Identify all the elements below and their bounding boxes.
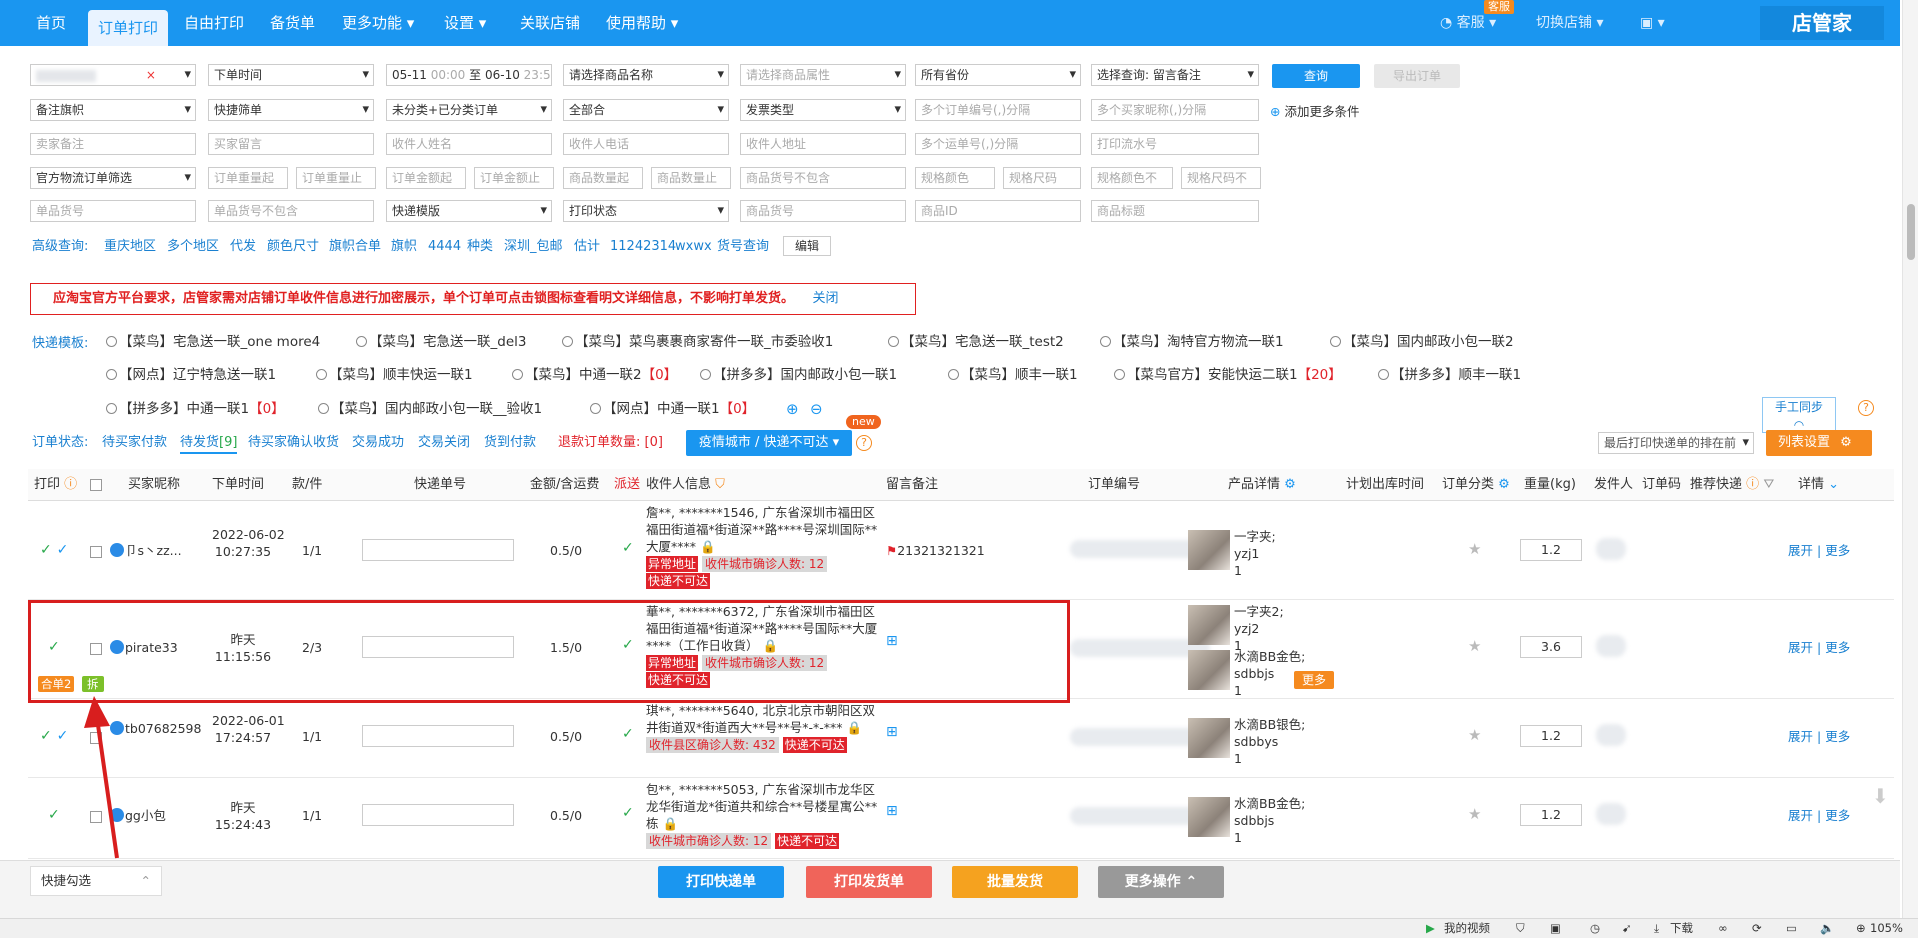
- download-icon[interactable]: ⤓: [1654, 919, 1659, 938]
- image-icon[interactable]: ▣: [1550, 919, 1561, 938]
- rocket-icon[interactable]: ➹: [1622, 919, 1632, 938]
- zoom-icon: ⊕: [1856, 921, 1866, 935]
- more-ops-button[interactable]: 更多操作 ⌃: [1098, 866, 1224, 898]
- order-print-page: 首页 订单打印 自由打印 备货单 更多功能 ▾ 设置 ▾ 关联店铺 使用帮助 ▾…: [0, 0, 1918, 938]
- glasses-icon[interactable]: ∞: [1718, 919, 1728, 938]
- video-icon: ▶: [1426, 921, 1435, 935]
- annotation-arrow: [84, 696, 119, 859]
- sound-icon[interactable]: 🔈: [1820, 919, 1834, 938]
- quick-check-label: 快捷勾选: [41, 873, 92, 888]
- download-link[interactable]: 下载: [1670, 919, 1693, 938]
- more-ops-label: 更多操作: [1124, 874, 1181, 890]
- print-express-button[interactable]: 打印快递单: [658, 866, 784, 898]
- browser-status-bar: ▶ 我的视频 ⛉ ▣ ◷ ➹ ⤓ 下载 ∞ ⟳ ▭ 🔈 ⊕ 105%: [0, 918, 1918, 938]
- chevron-up-icon: ⌃: [140, 873, 151, 888]
- scrollbar-thumb[interactable]: [1907, 204, 1915, 260]
- window-icon[interactable]: ▭: [1786, 919, 1797, 938]
- zoom-level[interactable]: 105%: [1870, 919, 1903, 938]
- bottom-action-bar: [0, 860, 1900, 918]
- shield-status-icon[interactable]: ⛉: [1516, 919, 1525, 938]
- translate-icon[interactable]: ⟳: [1752, 919, 1762, 938]
- batch-ship-button[interactable]: 批量发货: [952, 866, 1078, 898]
- my-video-link[interactable]: 我的视频: [1444, 919, 1490, 938]
- vertical-scrollbar[interactable]: [1902, 0, 1918, 918]
- quick-check-dropdown[interactable]: 快捷勾选 ⌃: [30, 866, 162, 896]
- download-arrow-icon[interactable]: ⬇: [1872, 784, 1889, 808]
- print-invoice-button[interactable]: 打印发货单: [806, 866, 932, 898]
- speed-icon[interactable]: ◷: [1590, 919, 1600, 938]
